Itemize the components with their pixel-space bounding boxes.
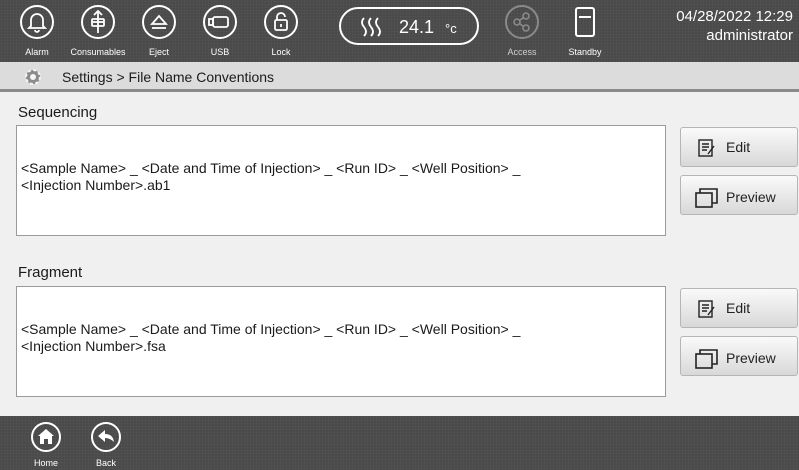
back-button[interactable]: Back: [81, 418, 131, 470]
sequencing-name-convention: <Sample Name> _ <Date and Time of Inject…: [16, 125, 666, 236]
usb-label: USB: [210, 47, 230, 57]
edit-icon: [698, 139, 715, 157]
share-icon: [513, 12, 530, 32]
back-arrow-icon: [98, 430, 114, 442]
sequencing-convention-line2: <Injection Number>.ab1: [21, 177, 171, 193]
temperature-value: 24.1: [399, 17, 435, 37]
consumables-button[interactable]: Consumables: [68, 2, 128, 60]
back-label: Back: [95, 458, 116, 468]
home-label: Home: [33, 458, 58, 468]
preview-windows-icon: [695, 188, 718, 208]
sequencing-convention-line1: <Sample Name> _ <Date and Time of Inject…: [21, 160, 521, 176]
bottom-nav-bar: Home Back: [0, 416, 799, 470]
consumables-label: Consumables: [70, 47, 126, 57]
home-button[interactable]: Home: [21, 418, 71, 470]
fragment-preview-button[interactable]: Preview: [680, 336, 798, 376]
access-button[interactable]: Access: [492, 2, 552, 60]
lock-button[interactable]: Lock: [251, 2, 311, 60]
fragment-edit-button[interactable]: Edit: [680, 288, 798, 328]
usb-icon: [208, 16, 229, 28]
usb-button[interactable]: USB: [190, 2, 250, 60]
eject-button[interactable]: Eject: [129, 2, 189, 60]
bell-icon: [26, 13, 48, 33]
temperature-display[interactable]: 24.1 °c: [339, 7, 479, 45]
fragment-label: Fragment: [18, 264, 83, 281]
eject-label: Eject: [148, 47, 169, 57]
sequencing-preview-button[interactable]: Preview: [680, 175, 798, 215]
fragment-edit-label: Edit: [726, 300, 751, 316]
sequencing-label: Sequencing: [18, 104, 98, 121]
sequencing-edit-label: Edit: [726, 139, 751, 155]
fragment-preview-label: Preview: [726, 350, 776, 366]
lock-icon: [274, 12, 288, 31]
top-toolbar: Alarm Consumables Eject USB Lock 24.1 °c…: [0, 0, 799, 62]
standby-label: Standby: [568, 47, 602, 57]
preview-windows-icon: [695, 349, 718, 369]
alarm-button[interactable]: Alarm: [7, 2, 67, 60]
edit-icon: [698, 300, 715, 318]
sequencing-preview-label: Preview: [726, 189, 776, 205]
home-icon: [38, 429, 54, 444]
breadcrumb-text: Settings > File Name Conventions: [62, 69, 275, 85]
lock-label: Lock: [271, 47, 291, 57]
alarm-label: Alarm: [25, 47, 49, 57]
temperature-unit: °c: [445, 21, 457, 36]
fragment-convention-line1: <Sample Name> _ <Date and Time of Inject…: [21, 321, 521, 337]
sequencing-edit-button[interactable]: Edit: [680, 127, 798, 167]
standby-icon: [575, 7, 595, 37]
access-label: Access: [507, 47, 537, 57]
fragment-name-convention: <Sample Name> _ <Date and Time of Inject…: [16, 286, 666, 397]
consumables-icon: [91, 9, 105, 33]
date-time: 04/28/2022 12:29: [676, 8, 793, 25]
user-name: administrator: [706, 27, 793, 44]
heat-waves-icon: [361, 17, 381, 37]
breadcrumb: Settings > File Name Conventions: [0, 62, 799, 92]
standby-button[interactable]: Standby: [555, 2, 615, 60]
gear-icon: [25, 69, 41, 85]
status-info: 04/28/2022 12:29 administrator: [676, 7, 793, 45]
eject-icon: [150, 14, 168, 29]
fragment-convention-line2: <Injection Number>.fsa: [21, 338, 166, 354]
